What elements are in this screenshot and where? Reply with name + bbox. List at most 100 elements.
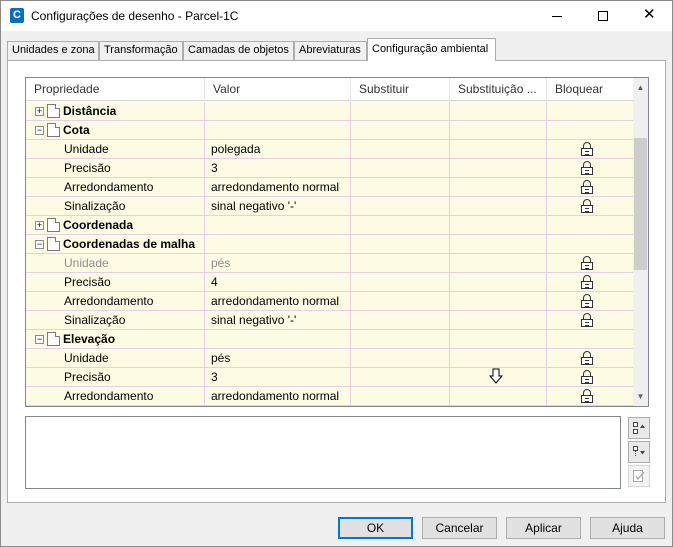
ok-button[interactable]: OK [338, 517, 413, 539]
property-cell: Unidade [26, 254, 205, 272]
property-row[interactable]: Unidade pés [26, 349, 633, 368]
minimize-button[interactable] [534, 1, 580, 31]
property-label: Unidade [64, 351, 109, 365]
category-row[interactable]: + Distância [26, 102, 633, 121]
value-cell[interactable]: polegada [205, 140, 351, 158]
property-row[interactable]: Arredondamento arredondamento normal [26, 387, 633, 406]
lock-icon[interactable] [581, 256, 594, 270]
value-cell[interactable]: arredondamento normal [205, 292, 351, 310]
property-row[interactable]: Sinalização sinal negativo '-' [26, 197, 633, 216]
value-cell[interactable]: pés [205, 349, 351, 367]
expand-icon[interactable]: + [35, 107, 44, 116]
value-cell[interactable]: pés [205, 254, 351, 272]
override-cell [351, 121, 450, 139]
property-cell: Arredondamento [26, 387, 205, 405]
value-cell[interactable]: sinal negativo '-' [205, 197, 351, 215]
value-cell[interactable]: arredondamento normal [205, 387, 351, 405]
property-row[interactable]: Sinalização sinal negativo '-' [26, 311, 633, 330]
property-grid[interactable]: Propriedade Valor Substituir Substituiçã… [25, 77, 649, 407]
tab-unidades-e-zona[interactable]: Unidades e zona [7, 41, 99, 60]
scroll-thumb[interactable] [634, 138, 647, 270]
property-row[interactable]: Unidade polegada [26, 140, 633, 159]
maximize-button[interactable] [580, 1, 626, 31]
column-header-substituir[interactable]: Substituir [351, 78, 450, 101]
child-override-cell [450, 159, 547, 177]
tab-transformacao[interactable]: Transformação [99, 41, 183, 60]
column-header-bloquear[interactable]: Bloquear [547, 78, 633, 101]
lock-cell[interactable] [547, 368, 633, 386]
value-cell[interactable]: 4 [205, 273, 351, 291]
column-header-valor[interactable]: Valor [205, 78, 351, 101]
cancel-button[interactable]: Cancelar [422, 517, 497, 539]
lock-cell[interactable] [547, 292, 633, 310]
category-row[interactable]: − Coordenadas de malha [26, 235, 633, 254]
lock-icon[interactable] [581, 275, 594, 289]
lock-icon[interactable] [581, 161, 594, 175]
lock-icon[interactable] [581, 180, 594, 194]
lock-icon[interactable] [581, 294, 594, 308]
scroll-up-icon[interactable]: ▲ [633, 80, 648, 96]
lock-icon[interactable] [581, 389, 594, 403]
lock-cell[interactable] [547, 387, 633, 405]
category-row[interactable]: − Elevação [26, 330, 633, 349]
lock-cell[interactable] [547, 273, 633, 291]
check-properties-button[interactable] [628, 465, 650, 487]
collapse-icon[interactable]: − [35, 126, 44, 135]
tab-configuracao-ambiental[interactable]: Configuração ambiental [367, 38, 496, 61]
title-bar[interactable]: C Configurações de desenho - Parcel-1C ✕ [1, 1, 672, 31]
lock-cell[interactable] [547, 197, 633, 215]
expand-icon[interactable]: + [35, 221, 44, 230]
scroll-down-icon[interactable]: ▼ [633, 389, 648, 405]
vertical-scrollbar[interactable]: ▲ ▼ [633, 78, 648, 406]
close-button[interactable]: ✕ [626, 1, 672, 31]
lock-cell [547, 102, 633, 120]
lock-icon[interactable] [581, 199, 594, 213]
lock-icon[interactable] [581, 370, 594, 384]
lock-icon[interactable] [581, 313, 594, 327]
expand-all-button[interactable] [628, 417, 650, 439]
help-button[interactable]: Ajuda [590, 517, 665, 539]
property-row[interactable]: Arredondamento arredondamento normal [26, 292, 633, 311]
value-cell[interactable]: sinal negativo '-' [205, 311, 351, 329]
app-icon: C [10, 8, 24, 23]
category-row[interactable]: + Coordenada [26, 216, 633, 235]
lock-body [581, 262, 593, 270]
column-header-propriedade[interactable]: Propriedade [26, 78, 205, 101]
tab-camadas-de-objetos[interactable]: Camadas de objetos [183, 41, 294, 60]
child-override-cell [450, 216, 547, 234]
category-row[interactable]: − Cota [26, 121, 633, 140]
property-label: Unidade [64, 142, 109, 156]
lock-cell[interactable] [547, 159, 633, 177]
property-row[interactable] [26, 406, 633, 407]
value-cell[interactable]: arredondamento normal [205, 178, 351, 196]
tab-abreviaturas[interactable]: Abreviaturas [294, 41, 367, 60]
property-row[interactable]: Precisão 3 [26, 159, 633, 178]
lock-cell[interactable] [547, 178, 633, 196]
lock-icon[interactable] [581, 142, 594, 156]
lock-body [581, 319, 593, 327]
property-row[interactable]: Unidade pés [26, 254, 633, 273]
child-override-cell [450, 140, 547, 158]
property-label: Arredondamento [64, 294, 154, 308]
column-header-substituicao[interactable]: Substituição ... [450, 78, 547, 101]
apply-button[interactable]: Aplicar [506, 517, 581, 539]
value-cell[interactable] [205, 406, 351, 407]
collapse-all-button[interactable] [628, 441, 650, 463]
property-row[interactable]: Arredondamento arredondamento normal [26, 178, 633, 197]
lock-cell[interactable] [547, 140, 633, 158]
value-cell[interactable]: 3 [205, 368, 351, 386]
property-row[interactable]: Precisão 3 [26, 368, 633, 387]
lock-cell[interactable] [547, 406, 633, 407]
child-override-cell [450, 292, 547, 310]
collapse-icon[interactable]: − [35, 240, 44, 249]
document-icon [47, 218, 60, 232]
collapse-icon[interactable]: − [35, 335, 44, 344]
property-row[interactable]: Precisão 4 [26, 273, 633, 292]
window-title: Configurações de desenho - Parcel-1C [31, 9, 239, 23]
lock-cell[interactable] [547, 254, 633, 272]
override-cell [351, 292, 450, 310]
lock-icon[interactable] [581, 351, 594, 365]
lock-cell[interactable] [547, 349, 633, 367]
value-cell[interactable]: 3 [205, 159, 351, 177]
lock-cell[interactable] [547, 311, 633, 329]
